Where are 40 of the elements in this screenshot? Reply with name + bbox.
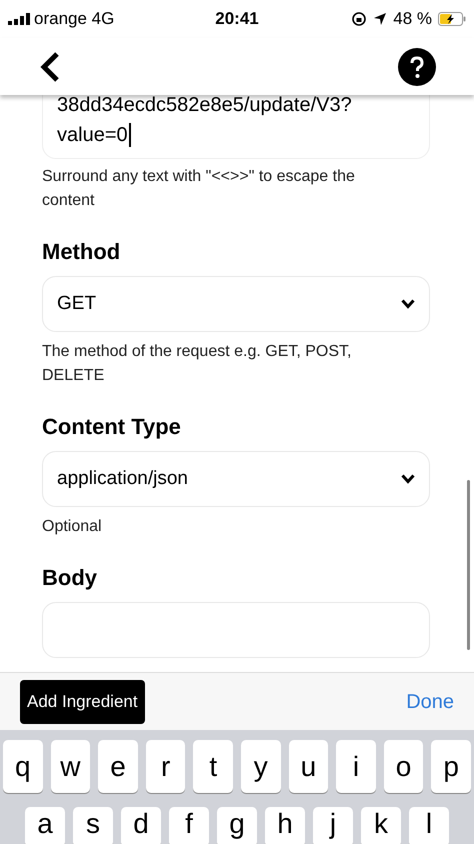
chevron-down-icon	[401, 474, 415, 484]
keyboard-key[interactable]: q	[3, 740, 43, 793]
add-ingredient-button[interactable]: Add Ingredient	[20, 680, 145, 724]
field-hint: Optional	[42, 517, 103, 537]
keyboard-key[interactable]: a	[25, 807, 65, 844]
done-button[interactable]: Done	[406, 686, 454, 716]
field-label: Method	[42, 238, 122, 266]
keyboard-key[interactable]: d	[121, 807, 161, 844]
field-hint: The method of the request e.g. GET, POST, DELETE	[42, 342, 352, 386]
keyboard-key[interactable]: s	[73, 807, 113, 844]
keyboard-key[interactable]: h	[265, 807, 305, 844]
help-icon[interactable]	[398, 48, 436, 86]
keyboard-key[interactable]: e	[98, 740, 138, 793]
signal-icon	[8, 13, 30, 25]
keyboard-key[interactable]: l	[409, 807, 449, 844]
battery-percent: 48 %	[393, 8, 432, 30]
field-label: Body	[42, 564, 98, 592]
keyboard-key[interactable]: g	[217, 807, 257, 844]
keyboard-key[interactable]: w	[50, 740, 90, 793]
keyboard-key[interactable]: j	[313, 807, 353, 844]
field-label: Content Type	[42, 413, 182, 441]
text-cursor	[128, 123, 131, 147]
keyboard-key[interactable]: y	[241, 740, 281, 793]
rotation-lock-icon	[351, 11, 368, 27]
location-arrow-icon	[373, 12, 388, 26]
keyboard-key[interactable]: r	[146, 740, 186, 793]
back-icon[interactable]	[38, 50, 62, 82]
keyboard-key[interactable]: u	[288, 740, 328, 793]
keyboard-key[interactable]: k	[361, 807, 401, 844]
select-field[interactable]: application/json	[42, 451, 430, 507]
select-field[interactable]: GET	[42, 276, 430, 332]
url-hint: Surround any text with "<<>>" to escape the content	[42, 167, 356, 211]
keyboard-key[interactable]: f	[169, 807, 209, 844]
keyboard-key[interactable]: o	[384, 740, 424, 793]
keyboard-key[interactable]: t	[193, 740, 233, 793]
carrier-label: orange 4G	[34, 8, 114, 30]
clock: 20:41	[215, 8, 259, 30]
keyboard-key[interactable]: i	[336, 740, 376, 793]
keyboard-key[interactable]: p	[431, 740, 471, 793]
chevron-down-icon	[401, 299, 415, 309]
